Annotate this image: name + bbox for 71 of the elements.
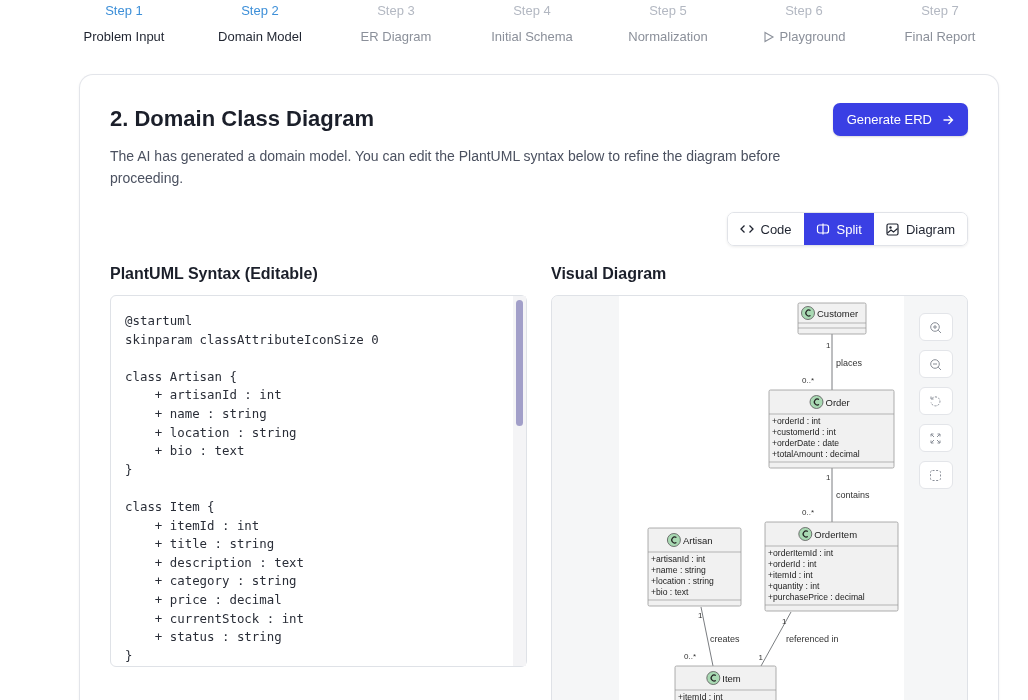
- reset-button[interactable]: [918, 387, 953, 415]
- multiplicity-label: 0..*: [802, 376, 814, 385]
- code-icon: [739, 223, 754, 235]
- class-name: OrderItem: [814, 528, 858, 540]
- zoom-in-icon: [929, 320, 942, 334]
- expand-button[interactable]: [918, 424, 953, 452]
- class-attribute: +purchasePrice : decimal: [768, 592, 865, 602]
- class-attribute: +location : string: [651, 576, 714, 586]
- relation-label: creates: [710, 634, 740, 644]
- diagram-heading: Visual Diagram: [551, 265, 668, 283]
- class-attribute: +totalAmount : decimal: [772, 449, 860, 459]
- multiplicity-label: 0..*: [802, 508, 814, 517]
- step-number: Step 1: [105, 3, 143, 18]
- class-name: Artisan: [682, 534, 713, 546]
- editor-heading: PlantUML Syntax (Editable): [110, 265, 319, 283]
- class-icon: [801, 306, 815, 320]
- expand-icon: [929, 431, 942, 445]
- view-mode-tab[interactable]: Diagram: [873, 213, 967, 245]
- step-number: Step 2: [241, 3, 279, 18]
- step-link[interactable]: Problem Input: [83, 29, 165, 44]
- arrow-right-icon: [942, 113, 954, 126]
- step-number: Step 5: [649, 3, 687, 18]
- reset-icon: [929, 394, 942, 408]
- class-name: Order: [825, 396, 850, 408]
- view-mode-tab[interactable]: Split: [803, 213, 874, 245]
- step-link[interactable]: Domain Model: [218, 29, 302, 44]
- relation-label: places: [836, 358, 862, 368]
- class-icon: [667, 533, 681, 547]
- class-attribute: +quantity : int: [768, 581, 820, 591]
- class-name: Customer: [817, 307, 859, 319]
- class-attribute: +artisanId : int: [651, 554, 706, 564]
- description-text: The AI has generated a domain model. You can edit the PlantUML syntax below to refine the diagram before proceeding.: [110, 147, 782, 188]
- relation-label: referenced in: [786, 634, 839, 644]
- card-title: 2. Domain Class Diagram: [110, 106, 376, 132]
- scrollbar-thumb[interactable]: [516, 300, 523, 426]
- generate-erd-button[interactable]: Generate ERD: [832, 103, 968, 136]
- step-number: Step 3: [377, 3, 415, 18]
- class-icon: [809, 395, 824, 409]
- step-number: Step 6: [785, 3, 823, 18]
- class-attribute: +itemId : int: [678, 692, 723, 700]
- zoom-in-button[interactable]: [918, 313, 953, 341]
- class-name: Item: [722, 672, 741, 684]
- class-attribute: +orderDate : date: [772, 438, 840, 448]
- class-attribute: +itemId : int: [768, 570, 813, 580]
- class-attribute: +orderItemId : int: [768, 548, 834, 558]
- fit-frame-button[interactable]: [918, 461, 953, 489]
- multiplicity-label: 1: [698, 611, 703, 620]
- multiplicity-label: 1: [826, 473, 831, 482]
- fit-frame-icon: [929, 468, 942, 482]
- multiplicity-label: 0..*: [684, 652, 696, 661]
- class-attribute: +bio : text: [651, 587, 689, 597]
- zoom-out-button[interactable]: [918, 350, 953, 378]
- step-number: Step 7: [921, 3, 959, 18]
- view-mode-tab[interactable]: Code: [727, 213, 804, 245]
- multiplicity-label: 1: [758, 653, 763, 662]
- step-number: Step 4: [513, 3, 551, 18]
- zoom-out-icon: [929, 357, 942, 371]
- class-attribute: +orderId : int: [772, 416, 821, 426]
- class-attribute: +customerId : int: [772, 427, 836, 437]
- class-box: [797, 302, 867, 335]
- class-attribute: +name : string: [651, 565, 706, 575]
- image-icon: [885, 222, 899, 236]
- class-attribute: +orderId : int: [768, 559, 817, 569]
- multiplicity-label: 1: [782, 617, 787, 626]
- class-icon: [706, 671, 721, 685]
- relation-label: contains: [836, 490, 870, 500]
- split-icon: [815, 223, 830, 235]
- play-icon: [762, 30, 775, 43]
- multiplicity-label: 1: [826, 341, 831, 350]
- association-line: [831, 333, 833, 391]
- class-icon: [798, 527, 813, 541]
